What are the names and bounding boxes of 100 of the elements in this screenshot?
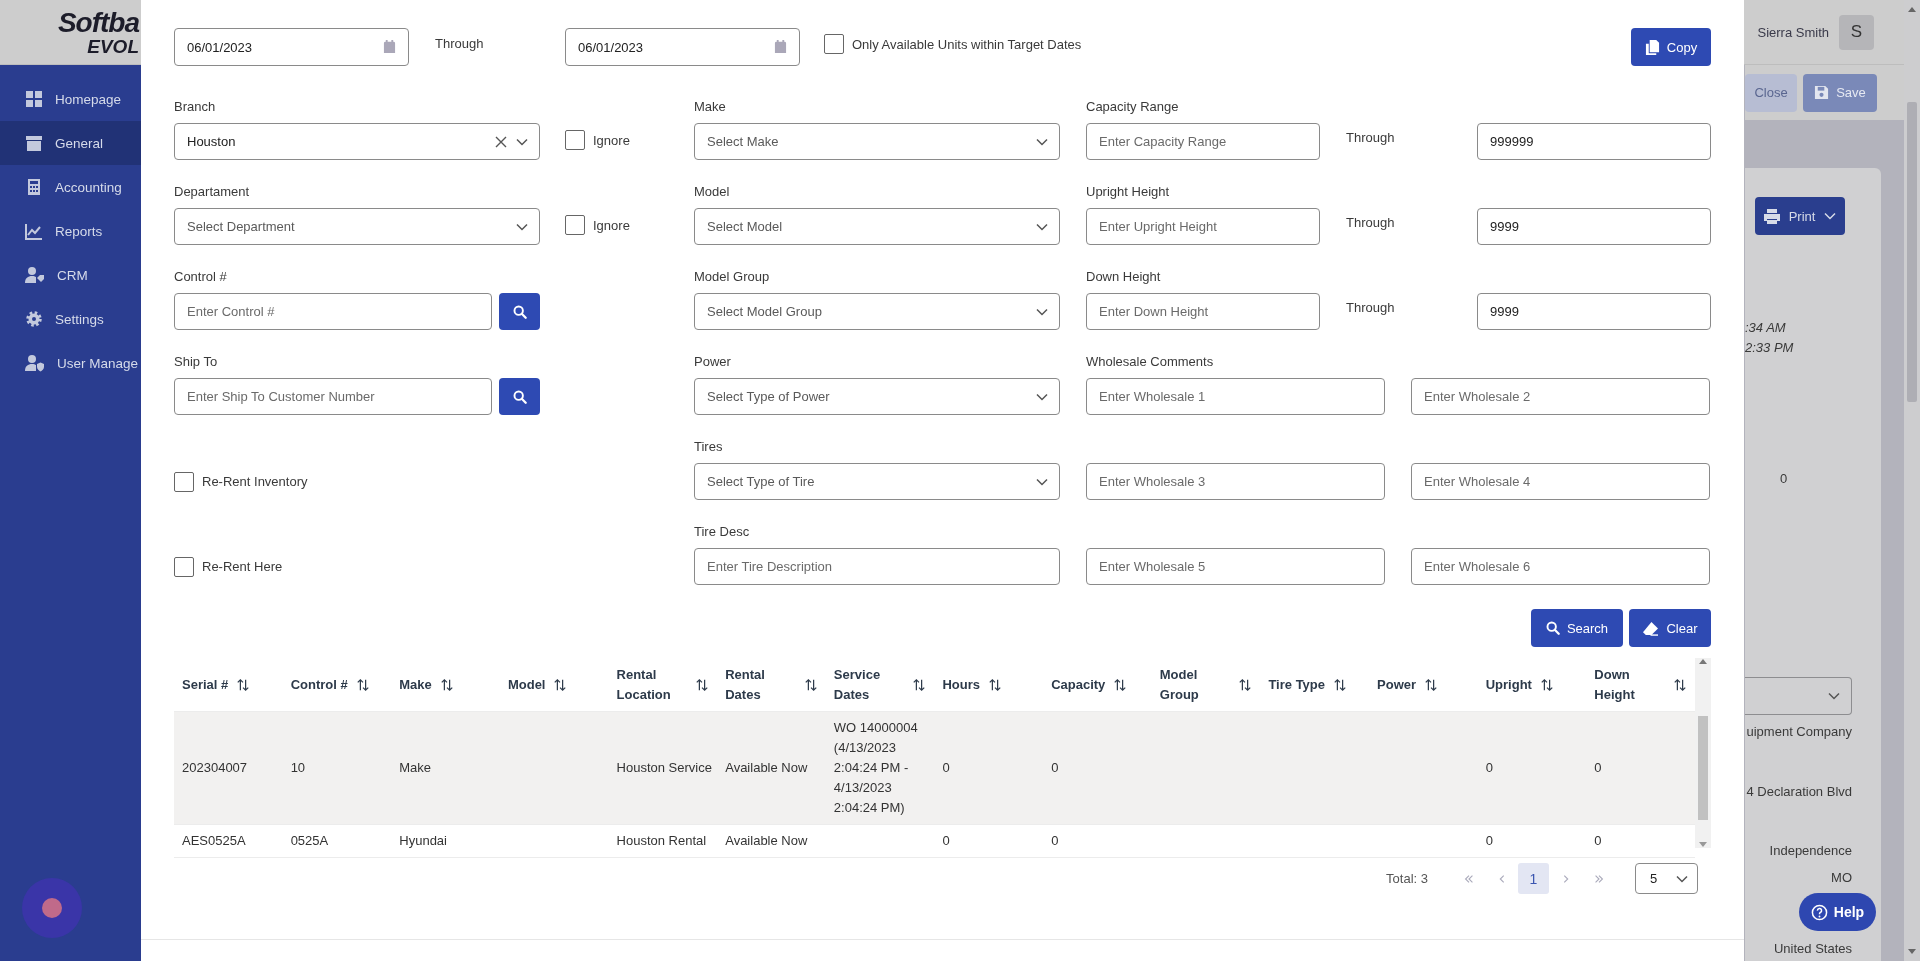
column-header[interactable]: Rental Location — [608, 658, 718, 712]
scrollbar-thumb[interactable] — [1907, 102, 1917, 402]
sort-icon[interactable] — [695, 677, 710, 692]
field-label: Make — [694, 99, 726, 114]
clear-icon[interactable] — [495, 135, 507, 148]
date-field[interactable]: 06/01/2023 — [565, 28, 800, 66]
field-label: Wholesale Comments — [1086, 354, 1214, 369]
sidebar-item[interactable]: User Manage — [0, 341, 141, 385]
sidebar-item[interactable]: Accounting — [0, 165, 141, 209]
sort-icon[interactable] — [1673, 677, 1687, 692]
eraser-icon — [1642, 620, 1660, 636]
sidebar-item[interactable]: Reports — [0, 209, 141, 253]
sort-icon[interactable] — [1539, 677, 1554, 692]
select-field[interactable]: Select Model Group — [694, 293, 1060, 330]
date-field[interactable]: 06/01/2023 — [174, 28, 409, 66]
user-name: Sierra Smith — [1757, 24, 1829, 40]
help-button[interactable]: Help — [1799, 893, 1876, 931]
scroll-down-icon[interactable] — [1908, 949, 1916, 955]
calculator-icon — [25, 178, 43, 196]
page-button[interactable]: 1 — [1518, 863, 1549, 894]
sort-icon[interactable] — [439, 677, 454, 692]
input-field[interactable]: Enter Wholesale 6 — [1411, 548, 1710, 585]
input-field[interactable]: Enter Wholesale 5 — [1086, 548, 1385, 585]
help-icon — [1810, 903, 1828, 921]
sort-icon[interactable] — [553, 677, 568, 692]
sort-icon[interactable] — [1113, 677, 1128, 692]
input-field[interactable]: 999999 — [1477, 123, 1711, 160]
checkbox[interactable] — [174, 556, 194, 577]
checkbox-label: Ignore — [593, 217, 630, 233]
checkbox[interactable] — [824, 34, 844, 54]
column-header[interactable]: Make — [391, 658, 500, 712]
sort-icon[interactable] — [1424, 677, 1439, 692]
total-count: Total: 3 — [1386, 871, 1428, 886]
table-cell: Houston Rental — [608, 824, 718, 858]
column-header[interactable]: Serial # — [174, 658, 283, 712]
sort-icon[interactable] — [912, 677, 927, 692]
field-label: Model Group — [694, 269, 770, 284]
column-header[interactable]: Model — [499, 658, 609, 712]
column-header[interactable]: Down Height — [1586, 658, 1695, 712]
input-field[interactable]: Enter Wholesale 3 — [1086, 463, 1385, 500]
input-field[interactable]: Enter Wholesale 4 — [1411, 463, 1710, 500]
column-header[interactable]: Control # — [282, 658, 392, 712]
column-header[interactable]: Rental Dates — [717, 658, 826, 712]
select-field[interactable]: Select Make — [694, 123, 1060, 160]
input-field[interactable]: Enter Control # — [174, 293, 492, 330]
address-line: MO — [1831, 870, 1852, 886]
column-header[interactable]: Upright — [1477, 658, 1587, 712]
timestamp: 2:33 PM — [1745, 339, 1794, 357]
column-header[interactable]: Tire Type — [1260, 658, 1370, 712]
checkbox[interactable] — [565, 215, 585, 235]
checkbox[interactable] — [565, 130, 585, 150]
sidebar-item[interactable]: General — [0, 121, 141, 165]
input-field[interactable]: 9999 — [1477, 293, 1711, 330]
user-avatar[interactable]: S — [1839, 14, 1874, 50]
column-header[interactable]: Model Group — [1151, 658, 1261, 712]
sort-icon[interactable] — [236, 677, 251, 692]
select-field[interactable]: Select Model — [694, 208, 1060, 245]
field-label: Departament — [174, 184, 250, 199]
select-field[interactable]: Houston — [174, 123, 540, 160]
input-field[interactable]: Enter Capacity Range — [1086, 123, 1320, 160]
input-field[interactable]: Enter Wholesale 1 — [1086, 378, 1385, 415]
sort-icon[interactable] — [1333, 677, 1347, 692]
input-field[interactable]: Enter Down Height — [1086, 293, 1320, 330]
print-button[interactable]: Print — [1755, 197, 1845, 235]
input-field[interactable]: Enter Tire Description — [694, 548, 1060, 585]
select-field[interactable]: Select Type of Power — [694, 378, 1060, 415]
clear-button[interactable]: Clear — [1629, 609, 1711, 647]
column-header[interactable]: Hours — [934, 658, 1044, 712]
input-field[interactable]: Enter Upright Height — [1086, 208, 1320, 245]
select-field[interactable]: Select Department — [174, 208, 540, 245]
search-button[interactable]: Search — [1531, 609, 1623, 647]
company-name: uipment Company — [1746, 724, 1852, 740]
field-label: Upright Height — [1086, 184, 1170, 199]
sort-icon[interactable] — [803, 677, 818, 692]
sidebar-item[interactable]: Settings — [0, 297, 141, 341]
table-row[interactable]: AES0525A 0525A Hyundai Houston Rental Available Now 0 0 0 0 — [174, 824, 1695, 858]
sidebar-item[interactable]: CRM — [0, 253, 141, 297]
sort-icon[interactable] — [1238, 677, 1253, 692]
scroll-up-icon[interactable] — [1699, 658, 1707, 664]
select-field[interactable]: Select Type of Tire — [694, 463, 1060, 500]
input-field[interactable]: Enter Wholesale 2 — [1411, 378, 1710, 415]
column-header[interactable]: Capacity — [1043, 658, 1152, 712]
sort-icon[interactable] — [988, 677, 1003, 692]
scroll-up-icon[interactable] — [1908, 6, 1916, 12]
input-field[interactable]: 9999 — [1477, 208, 1711, 245]
sidebar-item[interactable]: Homepage — [0, 77, 141, 121]
input-field[interactable]: Enter Ship To Customer Number — [174, 378, 492, 415]
scrollbar-thumb[interactable] — [1698, 716, 1708, 820]
printer-icon — [1762, 208, 1781, 224]
search-button[interactable] — [499, 378, 540, 415]
checkbox-label: Re-Rent Here — [202, 559, 283, 574]
column-header[interactable]: Service Dates — [825, 658, 935, 712]
table-cell: Available Now — [717, 711, 826, 825]
sort-icon[interactable] — [355, 677, 370, 692]
search-button[interactable] — [499, 293, 540, 330]
copy-button[interactable]: Copy — [1631, 28, 1711, 66]
column-header[interactable]: Power — [1369, 658, 1478, 712]
page-size-select[interactable]: 5 — [1635, 863, 1698, 894]
grid-icon — [25, 90, 43, 108]
checkbox[interactable] — [174, 471, 194, 492]
